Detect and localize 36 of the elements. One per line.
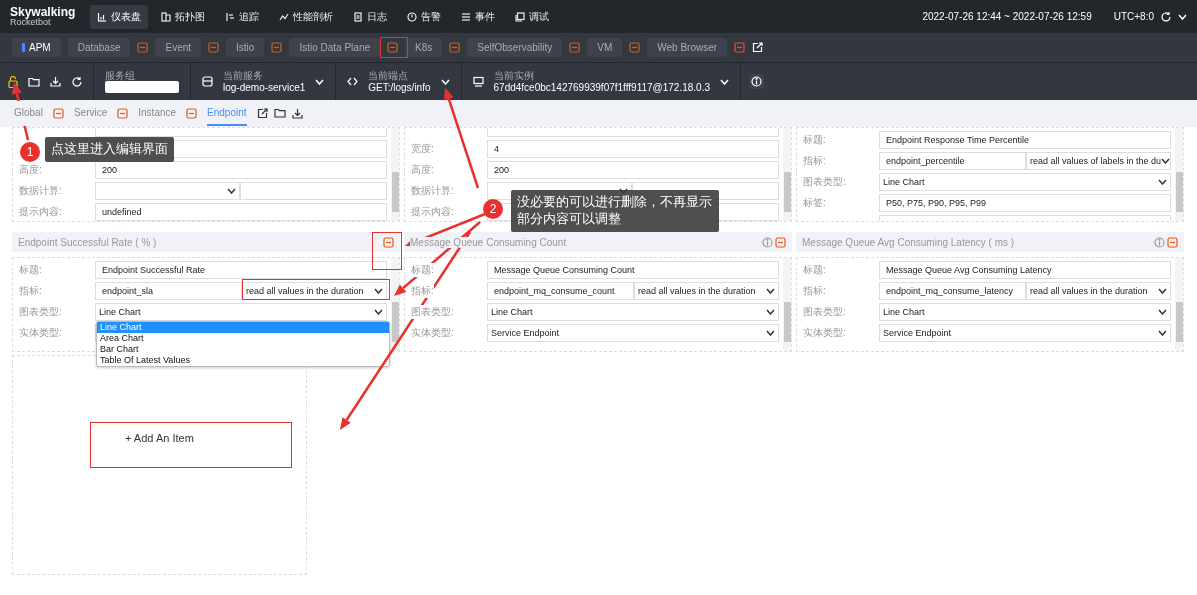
field-label: 实体类型: xyxy=(411,326,454,340)
field-label: 图表类型: xyxy=(803,175,846,189)
field-label: 宽度: xyxy=(411,142,434,156)
field-label: 数据计算: xyxy=(19,184,62,198)
field-label: 提示内容: xyxy=(19,205,62,219)
selector-label: 当前端点 xyxy=(368,70,410,82)
callout-tooltip: 没必要的可以进行删除，不再显示部分内容可以调整 xyxy=(511,190,719,232)
field-label: 图表类型: xyxy=(803,305,846,319)
field-label: 标签: xyxy=(803,196,826,210)
field-label: 实体类型: xyxy=(19,326,62,340)
selector-label: 当前服务 xyxy=(223,70,264,82)
field-label: 数据计算: xyxy=(411,184,454,198)
field-label: 标题: xyxy=(19,263,42,277)
callout-tooltip: 点这里进入编辑界面 xyxy=(45,137,174,162)
field-label: 高度: xyxy=(19,163,42,177)
field-label: 指标: xyxy=(19,284,42,298)
selector-label: 服务组 xyxy=(105,69,136,82)
field-label: 标题: xyxy=(411,263,434,277)
field-label: 标题: xyxy=(803,263,826,277)
field-label: 指标: xyxy=(803,284,826,298)
panel-title: Message Queue Avg Consuming Latency ( ms ) xyxy=(802,236,1015,248)
field-label: 实体类型: xyxy=(803,326,846,340)
field-label: 指标: xyxy=(411,284,434,298)
field-label: 提示内容: xyxy=(411,205,454,219)
field-label: 图表类型: xyxy=(411,305,454,319)
field-label: 标题: xyxy=(803,133,826,147)
selector-label: 当前实例 xyxy=(493,70,535,82)
panel-title: Endpoint Successful Rate ( % ) xyxy=(18,236,157,248)
logo-text: Skywalking xyxy=(10,6,77,18)
field-label: 图表类型: xyxy=(19,305,62,319)
field-label: 指标: xyxy=(803,154,826,168)
step-number-tooltip: 2 xyxy=(483,199,503,219)
logo-subtitle: Rocketbot xyxy=(10,18,51,27)
step-number-tooltip: 1 xyxy=(20,142,40,162)
panel-title: Message Queue Consuming Count xyxy=(410,236,567,248)
field-label: 高度: xyxy=(411,163,434,177)
